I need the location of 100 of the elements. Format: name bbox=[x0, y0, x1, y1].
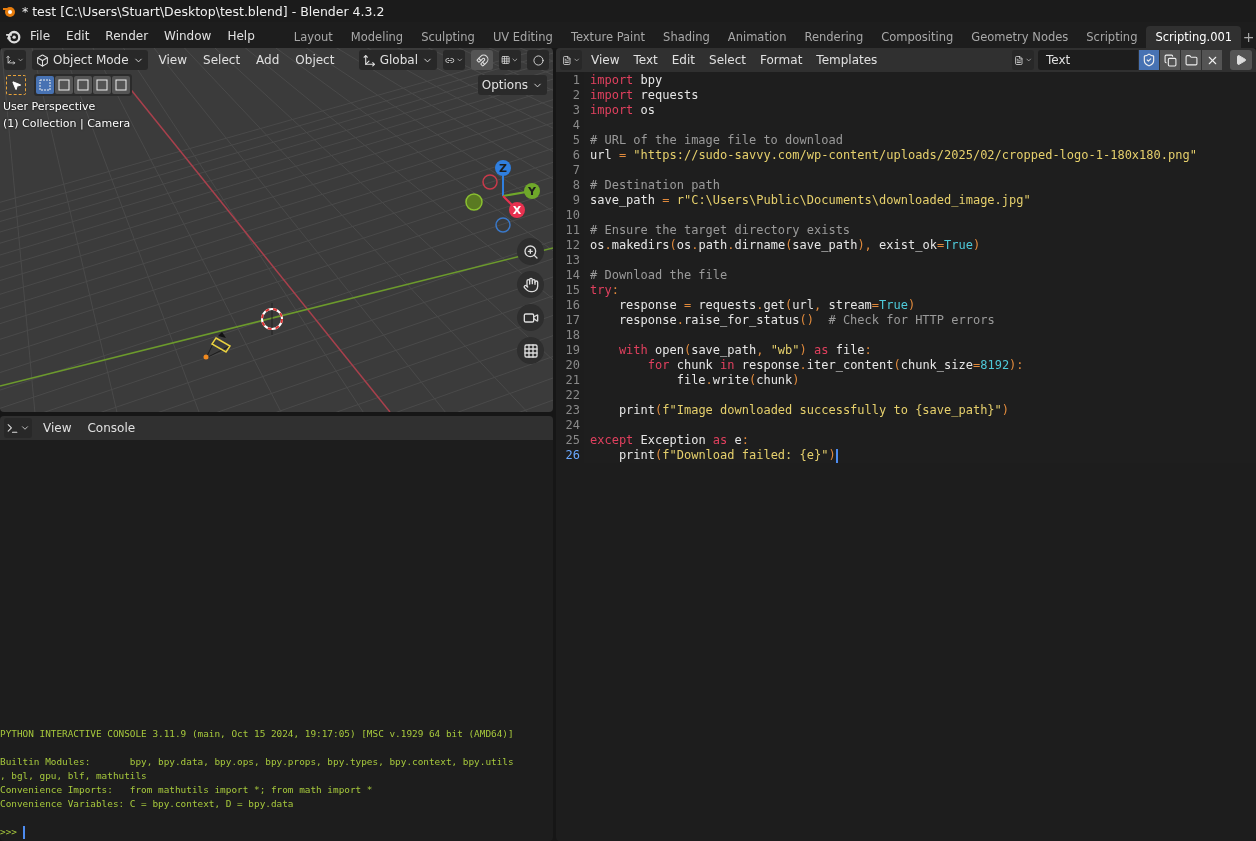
line-number: 1 bbox=[571, 73, 581, 88]
viewport-menu-item[interactable]: Select bbox=[198, 53, 246, 67]
fake-user-toggle[interactable] bbox=[1139, 50, 1159, 70]
console-menu-item[interactable]: View bbox=[38, 421, 77, 435]
menu-item[interactable]: Window bbox=[156, 29, 220, 43]
line-number: 21 bbox=[564, 373, 581, 388]
workspace-tab[interactable]: Scripting.001 bbox=[1146, 26, 1242, 48]
workspace-tab[interactable]: Texture Paint bbox=[561, 26, 655, 48]
select-tool-button[interactable] bbox=[6, 75, 26, 95]
menu-item[interactable]: File bbox=[22, 29, 59, 43]
menu-item[interactable]: Help bbox=[219, 29, 263, 43]
code-line: import bpy bbox=[590, 73, 663, 88]
line-number: 9 bbox=[571, 193, 581, 208]
snap-toggle[interactable] bbox=[471, 50, 493, 70]
pan-button[interactable] bbox=[517, 271, 544, 298]
workspace-tab[interactable]: Geometry Nodes bbox=[962, 26, 1078, 48]
line-number: 7 bbox=[571, 163, 581, 178]
editor-type-button[interactable] bbox=[560, 50, 582, 70]
camera-view-button[interactable] bbox=[517, 304, 544, 331]
magnet-icon bbox=[475, 53, 489, 67]
editor-menu-item[interactable]: Select bbox=[704, 53, 752, 67]
line-number: 19 bbox=[564, 343, 581, 358]
folder-icon bbox=[1184, 53, 1198, 67]
viewport-menu-item[interactable]: Add bbox=[251, 53, 285, 67]
open-folder-button[interactable] bbox=[1181, 50, 1201, 70]
snap-settings-dropdown[interactable] bbox=[499, 50, 521, 70]
code-line: except Exception as e: bbox=[590, 433, 749, 448]
shield-icon bbox=[1142, 53, 1156, 67]
editor-menu-item[interactable]: View bbox=[586, 53, 625, 67]
menu-item[interactable]: Render bbox=[97, 29, 157, 43]
code-line: print(f"Download failed: {e}") bbox=[617, 448, 836, 463]
selection-mode-button[interactable] bbox=[93, 76, 111, 94]
pivot-dropdown[interactable] bbox=[443, 50, 465, 70]
selection-mode-button[interactable] bbox=[36, 76, 54, 94]
line-number: 18 bbox=[564, 328, 581, 343]
negative-axis-dot[interactable] bbox=[482, 174, 498, 190]
line-number: 11 bbox=[564, 223, 581, 238]
console-output-line: Builtin Modules: bpy, bpy.data, bpy.ops, bpy.props, bpy.types, bpy.context, bpy.utils bbox=[0, 755, 515, 769]
ortho-toggle-button[interactable] bbox=[517, 337, 544, 364]
mode-dropdown[interactable]: Object Mode bbox=[32, 50, 148, 70]
console-menu-item[interactable]: Console bbox=[82, 421, 141, 435]
editor-menu-item[interactable]: Templates bbox=[811, 53, 883, 67]
text-name-field[interactable]: Text bbox=[1038, 50, 1138, 70]
selection-mode-button[interactable] bbox=[55, 76, 73, 94]
editor-menu-item[interactable]: Edit bbox=[666, 53, 700, 67]
caret-icon bbox=[20, 423, 30, 433]
line-number: 5 bbox=[571, 133, 581, 148]
run-script-button[interactable] bbox=[1230, 50, 1252, 70]
orientation-dropdown[interactable]: Global bbox=[358, 50, 437, 70]
negative-axis-dot[interactable] bbox=[495, 217, 511, 233]
workspace-tab[interactable]: Modeling bbox=[341, 26, 413, 48]
code-line: try: bbox=[590, 283, 619, 298]
proportional-edit-button[interactable] bbox=[527, 50, 549, 70]
code-line: # Destination path bbox=[590, 178, 721, 193]
hand-icon bbox=[522, 276, 539, 293]
line-number: 12 bbox=[564, 238, 581, 253]
workspace-tab[interactable]: Animation bbox=[718, 26, 796, 48]
line-number: 3 bbox=[571, 103, 581, 118]
app-logo-icon[interactable] bbox=[4, 28, 22, 44]
line-number: 2 bbox=[571, 88, 581, 103]
workspace-tab[interactable]: Layout bbox=[284, 26, 342, 48]
grid-icon bbox=[522, 342, 539, 359]
menu-item[interactable]: Edit bbox=[58, 29, 98, 43]
editor-menu-item[interactable]: Text bbox=[628, 53, 663, 67]
axes-icon bbox=[362, 53, 376, 67]
workspace-tab[interactable]: Shading bbox=[654, 26, 719, 48]
add-workspace-button[interactable]: + bbox=[1241, 26, 1256, 48]
axis-handle[interactable]: Y bbox=[502, 183, 540, 199]
text-cursor bbox=[835, 448, 838, 463]
line-number: 4 bbox=[571, 118, 581, 133]
browse-text-dropdown[interactable] bbox=[1012, 50, 1034, 70]
console-output-line: PYTHON INTERACTIVE CONSOLE 3.11.9 (main, Oct 15 2024, 19:17:05) [MSC v.1929 64 bit (AMD64)] bbox=[0, 727, 515, 741]
workspace-tab[interactable]: Rendering bbox=[795, 26, 873, 48]
code-line: os.makedirs(os.path.dirname(save_path), exist_ok=True) bbox=[590, 238, 981, 253]
negative-axis-dot[interactable] bbox=[465, 193, 483, 211]
selection-mode-button[interactable] bbox=[74, 76, 92, 94]
square-icon bbox=[58, 79, 70, 91]
code-line: import os bbox=[590, 103, 656, 118]
axis-handle[interactable]: X bbox=[502, 195, 525, 218]
viewport-menu-item[interactable]: Object bbox=[290, 53, 340, 67]
code-line: url = "https://sudo-savvy.com/wp-content/uploads/2025/02/cropped-logo-1-180x180.png" bbox=[590, 148, 1197, 163]
square-icon bbox=[115, 79, 127, 91]
zoom-button[interactable] bbox=[517, 238, 544, 265]
duplicate-button[interactable] bbox=[1160, 50, 1180, 70]
workspace-tab[interactable]: UV Editing bbox=[483, 26, 562, 48]
code-line: response.raise_for_status() # Check for HTTP errors bbox=[617, 313, 995, 328]
viewport-menu-item[interactable]: View bbox=[153, 53, 193, 67]
workspace-tab[interactable]: Scripting bbox=[1077, 26, 1147, 48]
line-number: 25 bbox=[564, 433, 581, 448]
workspace-tab[interactable]: Compositing bbox=[872, 26, 963, 48]
line-number: 23 bbox=[564, 403, 581, 418]
editor-type-button[interactable] bbox=[4, 418, 32, 438]
selection-mode-button[interactable] bbox=[112, 76, 130, 94]
close-button[interactable] bbox=[1202, 50, 1222, 70]
line-number: 10 bbox=[564, 208, 581, 223]
editor-menu-item[interactable]: Format bbox=[755, 53, 808, 67]
options-dropdown[interactable]: Options bbox=[477, 75, 547, 95]
editor-type-button[interactable] bbox=[4, 50, 26, 70]
workspace-tab[interactable]: Sculpting bbox=[412, 26, 484, 48]
axis-handle[interactable]: Z bbox=[495, 160, 511, 197]
